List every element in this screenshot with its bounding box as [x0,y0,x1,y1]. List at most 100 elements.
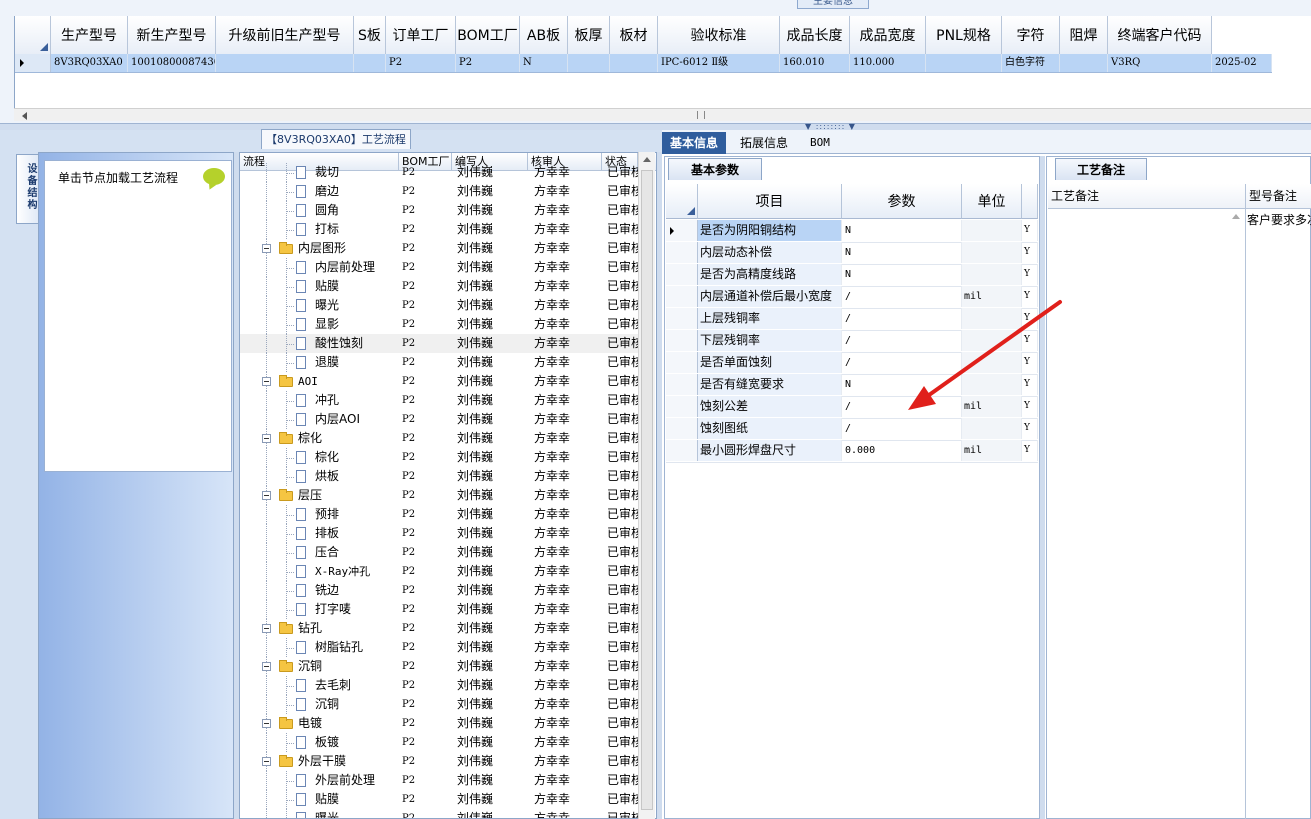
tree-group-node[interactable]: 层压 P2 刘伟巍 方幸幸 已审核 [240,486,640,505]
col-header-param[interactable]: 参数 [842,184,962,219]
tree-node[interactable]: 磨边 P2 刘伟巍 方幸幸 已审核 [240,182,640,201]
param-row[interactable]: 最小圆形焊盘尺寸 0.000 mil Y [666,440,1038,463]
table-cell[interactable]: N [520,54,568,72]
col-header-0[interactable]: 生产型号 [51,16,128,54]
col-header-flag[interactable] [1022,184,1038,219]
tree-node[interactable]: 预排 P2 刘伟巍 方幸幸 已审核 [240,505,640,524]
param-row[interactable]: 蚀刻图纸 / Y [666,418,1038,441]
tree-node[interactable]: 裁切 P2 刘伟巍 方幸幸 已审核 [240,163,640,182]
param-item[interactable]: 内层通道补偿后最小宽度 [698,286,842,307]
col-header-unit[interactable]: 单位 [962,184,1022,219]
col-header-12[interactable]: PNL规格 [926,16,1002,54]
tree-node[interactable]: 曝光 P2 刘伟巍 方幸幸 已审核 [240,296,640,315]
scroll-up-icon[interactable] [1232,214,1240,219]
param-value[interactable]: / [842,286,962,307]
right-splitter[interactable] [1040,156,1045,819]
col-header-5[interactable]: BOM工厂 [456,16,520,54]
table-cell[interactable]: IPC-6012 Ⅱ级 [658,54,780,72]
param-row[interactable]: 上层残铜率 / Y [666,308,1038,331]
col-header-4[interactable]: 订单工厂 [386,16,456,54]
param-value[interactable]: / [842,418,962,439]
param-value[interactable]: / [842,352,962,373]
collapse-icon[interactable] [262,434,271,443]
param-row[interactable]: 是否为高精度线路 N Y [666,264,1038,287]
param-item[interactable]: 是否为高精度线路 [698,264,842,285]
param-item[interactable]: 上层残铜率 [698,308,842,329]
table-cell[interactable]: P2 [386,54,456,72]
param-value[interactable]: N [842,374,962,395]
tree-node[interactable]: 去毛刺 P2 刘伟巍 方幸幸 已审核 [240,676,640,695]
param-row[interactable]: 内层动态补偿 N Y [666,242,1038,265]
top-grid-hscrollbar[interactable] [14,108,1311,121]
param-item[interactable]: 内层动态补偿 [698,242,842,263]
scroll-grip-icon[interactable] [697,111,705,119]
table-cell[interactable] [1060,54,1108,72]
params-corner[interactable] [666,184,698,219]
table-cell[interactable]: 8V3RQ03XA0 [51,54,128,72]
param-item[interactable]: 是否单面蚀刻 [698,352,842,373]
table-cell[interactable] [354,54,386,72]
col-header-9[interactable]: 验收标准 [658,16,780,54]
param-value[interactable]: N [842,264,962,285]
col-header-1[interactable]: 新生产型号 [128,16,216,54]
col-header-7[interactable]: 板厚 [568,16,610,54]
tree-node[interactable]: 曝光 P2 刘伟巍 方幸幸 已审核 [240,809,640,818]
table-cell[interactable] [568,54,610,72]
col-header-13[interactable]: 字符 [1002,16,1060,54]
tree-group-node[interactable]: 外层干膜 P2 刘伟巍 方幸幸 已审核 [240,752,640,771]
model-remark-text[interactable]: 客户要求多次 [1247,211,1311,228]
tab-basic-info[interactable]: 基本信息 [662,132,727,154]
tree-node[interactable]: 沉铜 P2 刘伟巍 方幸幸 已审核 [240,695,640,714]
basic-params-caption[interactable]: 基本参数 [668,158,762,180]
param-value[interactable]: N [842,242,962,263]
tree-group-node[interactable]: 电镀 P2 刘伟巍 方幸幸 已审核 [240,714,640,733]
table-cell[interactable] [216,54,354,72]
param-item[interactable]: 蚀刻公差 [698,396,842,417]
col-header-10[interactable]: 成品长度 [780,16,850,54]
tree-node[interactable]: 外层前处理 P2 刘伟巍 方幸幸 已审核 [240,771,640,790]
tree-node[interactable]: X-Ray冲孔 P2 刘伟巍 方幸幸 已审核 [240,562,640,581]
param-row[interactable]: 内层通道补偿后最小宽度 / mil Y [666,286,1038,309]
param-value[interactable]: / [842,396,962,417]
tree-node[interactable]: 冲孔 P2 刘伟巍 方幸幸 已审核 [240,391,640,410]
scroll-thumb[interactable] [641,170,653,810]
tab-bom[interactable]: BOM [802,132,838,154]
param-value[interactable]: N [842,220,962,241]
col-header-3[interactable]: S板 [354,16,386,54]
tree-group-node[interactable]: 钻孔 P2 刘伟巍 方幸幸 已审核 [240,619,640,638]
tree-node[interactable]: 内层前处理 P2 刘伟巍 方幸幸 已审核 [240,258,640,277]
tree-node[interactable]: 板镀 P2 刘伟巍 方幸幸 已审核 [240,733,640,752]
param-item[interactable]: 是否有缝宽要求 [698,374,842,395]
tree-group-node[interactable]: AOI P2 刘伟巍 方幸幸 已审核 [240,372,640,391]
collapse-icon[interactable] [262,377,271,386]
tree-node[interactable]: 贴膜 P2 刘伟巍 方幸幸 已审核 [240,790,640,809]
param-value[interactable]: / [842,330,962,351]
table-cell[interactable]: 2025-02 [1212,54,1272,72]
param-item[interactable]: 下层残铜率 [698,330,842,351]
tree-node[interactable]: 显影 P2 刘伟巍 方幸幸 已审核 [240,315,640,334]
tree-node[interactable]: 打标 P2 刘伟巍 方幸幸 已审核 [240,220,640,239]
col-header-14[interactable]: 阻焊 [1060,16,1108,54]
table-cell[interactable]: P2 [456,54,520,72]
tree-node[interactable]: 排板 P2 刘伟巍 方幸幸 已审核 [240,524,640,543]
tree-node[interactable]: 圆角 P2 刘伟巍 方幸幸 已审核 [240,201,640,220]
table-cell[interactable]: 160.010 [780,54,850,72]
tree-group-node[interactable]: 棕化 P2 刘伟巍 方幸幸 已审核 [240,429,640,448]
tree-node[interactable]: 内层AOI P2 刘伟巍 方幸幸 已审核 [240,410,640,429]
tree-node[interactable]: 树脂钻孔 P2 刘伟巍 方幸幸 已审核 [240,638,640,657]
col-header-process-remark[interactable]: 工艺备注 [1048,184,1245,209]
table-cell[interactable]: 110.000 [850,54,926,72]
param-row[interactable]: 蚀刻公差 / mil Y [666,396,1038,419]
table-cell[interactable]: V3RQ [1108,54,1212,72]
collapse-icon[interactable] [262,662,271,671]
param-row[interactable]: 是否为阴阳铜结构 N Y [666,220,1038,243]
col-header-2[interactable]: 升级前旧生产型号 [216,16,354,54]
param-item[interactable]: 是否为阴阳铜结构 [698,220,842,241]
load-process-card[interactable]: 单击节点加载工艺流程 [44,160,232,472]
select-all-corner[interactable] [15,16,51,54]
col-header-model-remark[interactable]: 型号备注 [1246,184,1311,209]
collapse-icon[interactable] [262,719,271,728]
col-header-15[interactable]: 终端客户代码 [1108,16,1212,54]
main-info-tab[interactable]: 主要信息 [797,0,869,9]
tree-node[interactable]: 棕化 P2 刘伟巍 方幸幸 已审核 [240,448,640,467]
